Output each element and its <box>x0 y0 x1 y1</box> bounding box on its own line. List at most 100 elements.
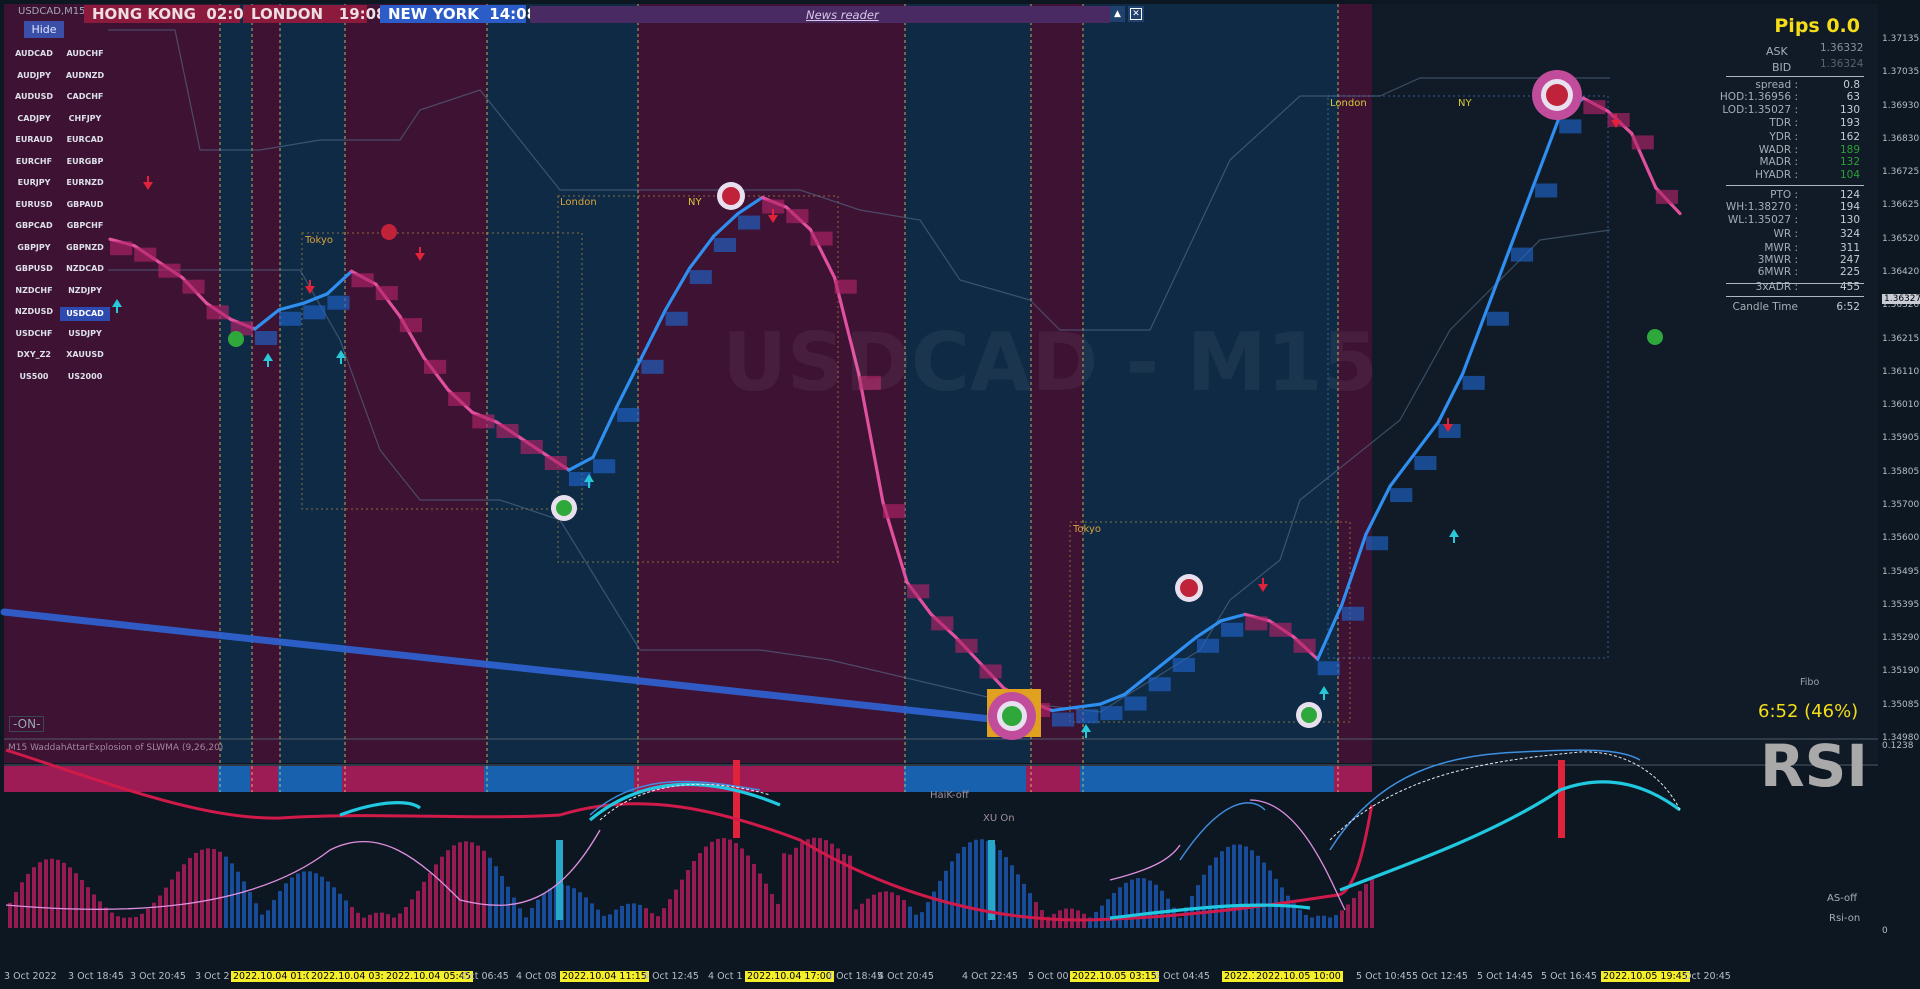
trend-strip <box>904 766 1026 792</box>
trend-bar <box>1172 658 1195 673</box>
symbol-gbpcad[interactable]: GBPCAD <box>9 221 59 230</box>
trend-bar <box>399 318 422 333</box>
symbol-audnzd[interactable]: AUDNZD <box>60 71 110 80</box>
symbol-gbpaud[interactable]: GBPAUD <box>60 200 110 209</box>
symbol-euraud[interactable]: EURAUD <box>9 135 59 144</box>
trend-bar <box>1221 622 1244 637</box>
symbol-usdjpy[interactable]: USDJPY <box>60 329 110 338</box>
trend-bar <box>182 279 205 294</box>
collapse-icon[interactable]: ▲ <box>1110 6 1125 22</box>
news-reader-label[interactable]: News reader <box>806 8 879 22</box>
price-chart[interactable]: USDCAD - M15 Tokyo London NY Tokyo London NY <box>0 0 1920 989</box>
symbol-gbpnzd[interactable]: GBPNZD <box>60 243 110 252</box>
histogram-bar <box>656 916 660 928</box>
price-tick: 1.35495 <box>1882 566 1920 577</box>
trend-bar <box>931 616 954 631</box>
symbol-audusd[interactable]: AUDUSD <box>9 92 59 101</box>
symbol-eurusd[interactable]: EURUSD <box>9 200 59 209</box>
symbol-eurcad[interactable]: EURCAD <box>60 135 110 144</box>
time-tick: 5 Oct 00 <box>1028 971 1069 982</box>
trend-bar <box>1341 606 1364 621</box>
price-tick: 1.36830 <box>1882 133 1920 144</box>
pips-readout: Pips 0.0 <box>1774 15 1860 37</box>
trend-strip <box>1080 766 1334 792</box>
symbol-xauusd[interactable]: XAUUSD <box>60 350 110 359</box>
symbol-gbpusd[interactable]: GBPUSD <box>9 264 59 273</box>
symbol-audcad[interactable]: AUDCAD <box>9 49 59 58</box>
histogram-bar <box>716 838 720 928</box>
histogram-bar <box>722 838 726 928</box>
bid-value: 1.36324 <box>1820 58 1864 70</box>
symbol-audjpy[interactable]: AUDJPY <box>9 71 59 80</box>
histogram-bar <box>122 917 126 928</box>
close-icon[interactable]: ✕ <box>1128 6 1144 22</box>
histogram-bar <box>1130 879 1134 928</box>
histogram-bar <box>434 864 438 928</box>
as-off-toggle[interactable]: AS-off <box>1827 893 1857 904</box>
on-toggle[interactable]: -ON- <box>9 716 45 732</box>
histogram-bar <box>272 900 276 928</box>
histogram-bar <box>206 848 210 928</box>
trend-bar <box>834 279 857 294</box>
trend-strip <box>484 766 634 792</box>
symbol-cadchf[interactable]: CADCHF <box>60 92 110 101</box>
histogram-bar <box>542 893 546 928</box>
histogram-bar <box>872 894 876 928</box>
symbol-nzdcad[interactable]: NZDCAD <box>60 264 110 273</box>
buy-signal <box>1647 329 1663 345</box>
trend-bar <box>1510 247 1534 262</box>
symbol-usdcad[interactable]: USDCAD <box>60 307 110 321</box>
histogram-bar <box>812 837 816 928</box>
symbol-chfjpy[interactable]: CHFJPY <box>60 114 110 123</box>
rsi-on-toggle[interactable]: Rsi-on <box>1829 913 1860 924</box>
symbol-us2000[interactable]: US2000 <box>60 372 110 381</box>
histogram-bar <box>806 839 810 928</box>
stat-label: WADR : <box>1758 144 1798 156</box>
histogram-bar <box>470 842 474 928</box>
trend-strip <box>250 766 278 792</box>
histogram-bar <box>908 906 912 928</box>
symbol-usdchf[interactable]: USDCHF <box>9 329 59 338</box>
session-band <box>220 4 252 763</box>
histogram-bar <box>296 873 300 928</box>
histogram-bar <box>422 881 426 928</box>
session-name: London <box>560 197 597 208</box>
symbol-us500[interactable]: US500 <box>9 372 59 381</box>
symbol-eurnzd[interactable]: EURNZD <box>60 178 110 187</box>
hide-button[interactable]: Hide <box>24 21 64 38</box>
fibo-label[interactable]: Fibo <box>1800 677 1819 688</box>
histogram-bar <box>332 887 336 928</box>
symbol-eurchf[interactable]: EURCHF <box>9 157 59 166</box>
symbol-audchf[interactable]: AUDCHF <box>60 49 110 58</box>
histogram-bar <box>1028 893 1032 928</box>
histogram-bar <box>1136 878 1140 928</box>
symbol-gbpchf[interactable]: GBPCHF <box>60 221 110 230</box>
histogram-bar <box>1010 865 1014 928</box>
symbol-cadjpy[interactable]: CADJPY <box>9 114 59 123</box>
session-band <box>252 4 280 763</box>
histogram-bar <box>236 871 240 928</box>
histogram-bar <box>1106 899 1110 928</box>
symbol-nzdjpy[interactable]: NZDJPY <box>60 286 110 295</box>
symbol-eurjpy[interactable]: EURJPY <box>9 178 59 187</box>
histogram-bar <box>110 912 114 928</box>
symbol-nzdusd[interactable]: NZDUSD <box>9 307 59 316</box>
histogram-bar <box>1178 917 1182 928</box>
panel-divider <box>1726 283 1864 284</box>
trend-bar <box>351 273 374 288</box>
histogram-bar <box>1196 885 1200 928</box>
symbol-eurgbp[interactable]: EURGBP <box>60 157 110 166</box>
signal-spike <box>988 840 995 920</box>
trend-bar <box>786 209 809 224</box>
histogram-bar <box>1220 851 1224 928</box>
trend-bar <box>1293 638 1316 653</box>
histogram-bar <box>1052 913 1056 928</box>
histogram-bar <box>506 886 510 928</box>
trend-strip <box>1334 766 1372 792</box>
session-name: Tokyo <box>1072 524 1101 535</box>
symbol-dxy_z2[interactable]: DXY_Z2 <box>9 350 59 359</box>
symbol-gbpjpy[interactable]: GBPJPY <box>9 243 59 252</box>
histogram-bar <box>344 900 348 928</box>
price-tick: 1.35905 <box>1882 433 1920 444</box>
symbol-nzdchf[interactable]: NZDCHF <box>9 286 59 295</box>
